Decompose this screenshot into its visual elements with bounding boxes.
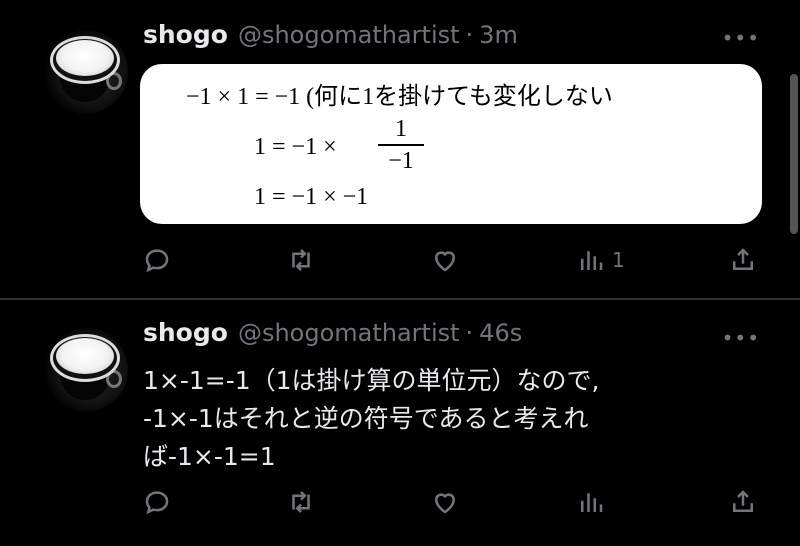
- more-options-icon[interactable]: •••: [722, 26, 760, 50]
- separator-dot: ·: [465, 319, 474, 347]
- action-bar: [0, 482, 800, 522]
- views-button[interactable]: 1: [576, 240, 625, 280]
- views-button[interactable]: [576, 482, 606, 522]
- reply-icon: [145, 491, 169, 515]
- retweet-button[interactable]: [286, 482, 316, 522]
- share-button[interactable]: [728, 482, 758, 522]
- retweet-button[interactable]: [286, 240, 316, 280]
- share-button[interactable]: [728, 240, 758, 280]
- tweet-text-line: -1×-1はそれと逆の符号であると考えれ: [143, 404, 589, 433]
- timestamp[interactable]: 46s: [479, 319, 522, 347]
- tweet-text-line: 1×-1=-1（1は掛け算の単位元）なので,: [143, 366, 600, 395]
- math-line-3: 1 = −1 × −1: [254, 184, 369, 210]
- heart-icon: [434, 493, 456, 514]
- views-count: 1: [612, 248, 625, 272]
- reply-icon: [145, 249, 169, 273]
- scrollbar[interactable]: [790, 74, 798, 234]
- tweet-header: shogo @shogomathartist · 46s: [143, 318, 522, 352]
- display-name[interactable]: shogo: [143, 318, 228, 347]
- math-fraction: 1 −1: [378, 116, 424, 174]
- share-icon: [733, 490, 753, 512]
- tweet-text: 1×-1=-1（1は掛け算の単位元）なので, -1×-1はそれと逆の符号であると…: [143, 362, 753, 476]
- tweet-header: shogo @shogomathartist · 3m: [143, 20, 518, 54]
- like-button[interactable]: [430, 482, 460, 522]
- math-image-card[interactable]: −1 × 1 = −1 (何に1を掛けても変化しない 1 = −1 × 1 −1…: [140, 64, 762, 224]
- views-icon: [581, 493, 603, 512]
- more-options-icon[interactable]: •••: [722, 326, 760, 350]
- avatar[interactable]: [38, 320, 130, 412]
- separator-dot: ·: [465, 21, 474, 49]
- like-button[interactable]: [430, 240, 460, 280]
- avatar-cup-inner: [56, 338, 114, 374]
- display-name[interactable]: shogo: [143, 20, 228, 49]
- fraction-numerator: 1: [395, 116, 407, 142]
- heart-icon: [434, 251, 456, 272]
- math-line-2: 1 = −1 ×: [254, 134, 337, 160]
- fraction-denominator: −1: [388, 148, 414, 174]
- reply-button[interactable]: [142, 482, 172, 522]
- action-bar: 1: [0, 240, 800, 280]
- reply-button[interactable]: [142, 240, 172, 280]
- tweet-2[interactable]: shogo @shogomathartist · 46s ••• 1×-1=-1…: [0, 300, 800, 546]
- retweet-icon: [292, 491, 310, 513]
- retweet-icon: [292, 249, 310, 271]
- math-line-1: −1 × 1 = −1 (何に1を掛けても変化しない: [186, 84, 613, 110]
- tweet-text-line: ば-1×-1=1: [143, 442, 276, 471]
- timestamp[interactable]: 3m: [479, 21, 518, 49]
- user-handle[interactable]: @shogomathartist: [238, 21, 460, 49]
- avatar[interactable]: [38, 22, 130, 114]
- fraction-bar: [378, 144, 424, 146]
- avatar-cup-inner: [56, 40, 114, 76]
- user-handle[interactable]: @shogomathartist: [238, 319, 460, 347]
- share-icon: [733, 248, 753, 270]
- tweet-1[interactable]: shogo @shogomathartist · 3m ••• −1 × 1 =…: [0, 0, 800, 298]
- views-icon: [581, 251, 603, 270]
